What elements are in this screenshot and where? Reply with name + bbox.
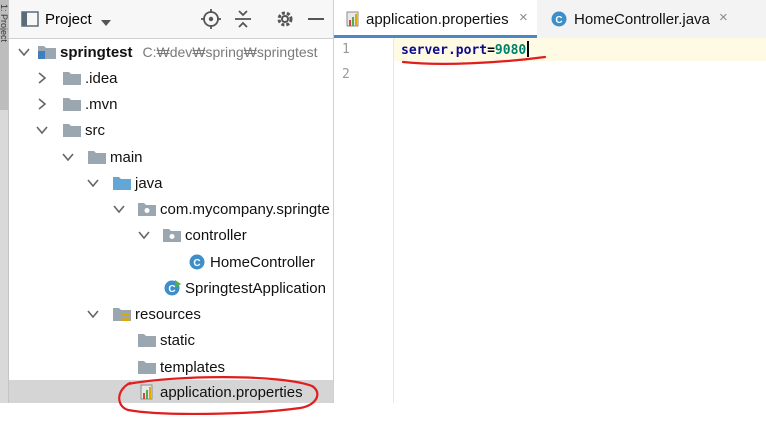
tree-item-label: SpringtestApplication (185, 280, 326, 297)
project-panel-header: Project (9, 0, 333, 39)
bottom-margin (0, 403, 766, 421)
tree-item-label: resources (135, 306, 201, 323)
chevron-down-icon[interactable] (138, 228, 150, 244)
java-class-icon: C (551, 11, 567, 30)
tree-item-label: static (160, 332, 196, 349)
project-panel: Project springtest C:₩dev₩spring₩springt… (9, 0, 334, 403)
tree-item-idea[interactable]: .idea (9, 65, 333, 91)
line-number: 2 (342, 67, 350, 82)
properties-file-icon (140, 384, 156, 403)
tree-item-mvn[interactable]: .mvn (9, 91, 333, 117)
tree-item-label: HomeController (210, 254, 316, 271)
folder-icon (63, 96, 81, 114)
chevron-down-icon[interactable] (18, 45, 30, 61)
close-icon[interactable]: × (719, 9, 728, 26)
line-number-gutter: 1 2 (334, 38, 394, 403)
chevron-down-icon[interactable] (36, 123, 48, 139)
collapse-all-icon[interactable] (233, 9, 253, 32)
editor-tab-bar: application.properties × C HomeControlle… (334, 0, 766, 39)
tree-item-templates[interactable]: templates (9, 354, 333, 380)
code-line[interactable]: server.port=9080 (401, 41, 530, 58)
tree-item-package[interactable]: com.mycompany.springte (9, 196, 333, 222)
tree-item-label: templates (160, 359, 226, 376)
close-icon[interactable]: × (519, 9, 528, 26)
tab-homecontroller-java[interactable]: C HomeController.java × (539, 0, 766, 38)
package-icon (138, 201, 156, 219)
java-class-icon: C (189, 254, 205, 273)
tree-item-label: .mvn (85, 96, 118, 113)
chevron-down-icon[interactable] (113, 202, 125, 218)
locate-file-icon[interactable] (201, 9, 221, 32)
chevron-down-icon[interactable] (62, 150, 74, 166)
tool-window-strip: 1: Project (0, 0, 9, 403)
tree-item-controller[interactable]: controller (9, 222, 333, 248)
property-separator: = (487, 43, 495, 58)
tree-item-main[interactable]: main (9, 144, 333, 170)
tree-item-label: springtest (60, 44, 133, 61)
tree-item-label: src (85, 122, 105, 139)
property-value: 9080 (494, 43, 527, 58)
chevron-down-icon[interactable] (87, 176, 99, 192)
folder-icon (63, 122, 81, 140)
tree-item-java[interactable]: java (9, 170, 333, 196)
text-caret (527, 41, 530, 57)
tree-item-label: java (135, 175, 163, 192)
tree-item-springtest[interactable]: springtest C:₩dev₩spring₩springtest (9, 39, 333, 65)
gear-icon[interactable] (275, 9, 295, 32)
project-path: C:₩dev₩spring₩springtest (142, 44, 318, 60)
editor: application.properties × C HomeControlle… (334, 0, 766, 403)
tree-item-src[interactable]: src (9, 117, 333, 143)
source-folder-icon (113, 175, 131, 193)
tree-item-label: application.properties (160, 384, 303, 401)
project-view-icon (21, 11, 39, 30)
chevron-down-icon[interactable] (100, 14, 112, 30)
tree-item-homecontroller[interactable]: C HomeController (9, 249, 333, 275)
hide-panel-icon[interactable] (307, 9, 325, 32)
tree-item-label: main (110, 149, 143, 166)
property-key: server.port (401, 43, 488, 58)
properties-file-icon (346, 11, 362, 30)
chevron-down-icon[interactable] (87, 307, 99, 323)
project-view-selector[interactable]: Project (45, 11, 92, 28)
svg-text:C: C (193, 258, 200, 269)
line-number: 1 (342, 42, 350, 57)
folder-icon (138, 359, 156, 377)
resources-folder-icon (113, 306, 131, 324)
module-folder-icon (38, 44, 56, 62)
folder-icon (63, 70, 81, 88)
folder-icon (88, 149, 106, 167)
project-tool-window-tab[interactable]: 1: Project (0, 0, 9, 110)
tree-item-label: .idea (85, 70, 118, 87)
chevron-right-icon[interactable] (36, 71, 48, 87)
svg-text:C: C (168, 284, 175, 295)
spring-boot-class-icon: C (164, 280, 182, 299)
tree-item-static[interactable]: static (9, 327, 333, 353)
tab-application-properties[interactable]: application.properties × (334, 0, 537, 38)
tree-item-springtestapplication[interactable]: C SpringtestApplication (9, 275, 333, 301)
tree-item-resources[interactable]: resources (9, 301, 333, 327)
tab-label: HomeController.java (574, 11, 710, 28)
svg-text:C: C (555, 15, 562, 26)
folder-icon (138, 332, 156, 350)
chevron-right-icon[interactable] (36, 97, 48, 113)
tab-label: application.properties (366, 11, 509, 28)
tree-item-application-properties[interactable]: application.properties (9, 380, 333, 403)
tree-item-label: com.mycompany.springte (160, 201, 330, 218)
project-tool-window-label: 1: Project (0, 4, 9, 43)
tree-item-label: controller (185, 227, 247, 244)
package-icon (163, 227, 181, 245)
